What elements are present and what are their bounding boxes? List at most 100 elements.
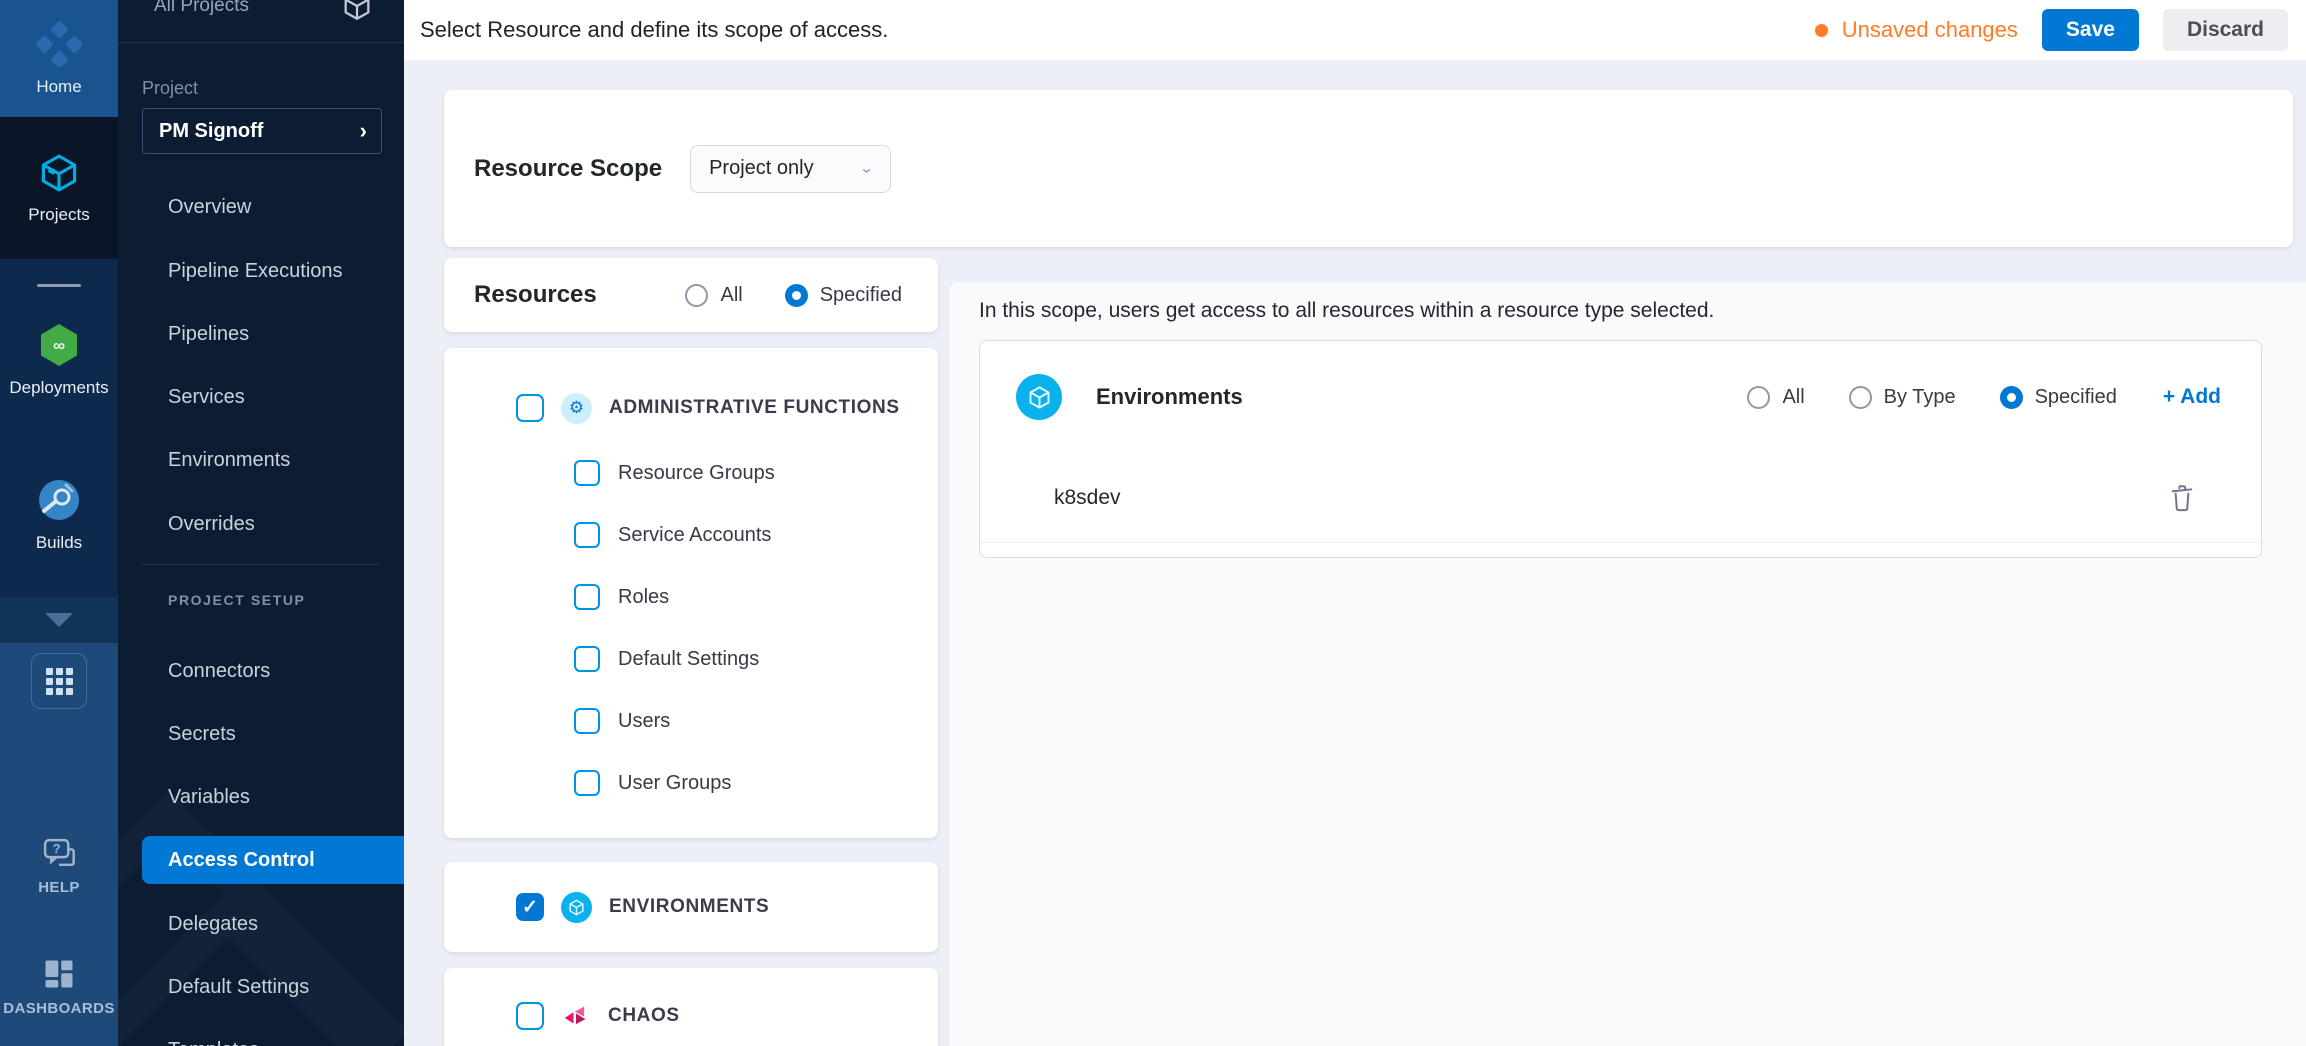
- admin-functions-row: ⚙ ADMINISTRATIVE FUNCTIONS: [444, 382, 938, 434]
- sidebar-item-access-control[interactable]: Access Control: [142, 836, 404, 884]
- chaos-label: CHAOS: [608, 1005, 680, 1027]
- delete-environment-button[interactable]: [2169, 484, 2195, 512]
- sidebar-item-overrides[interactable]: Overrides: [118, 500, 404, 548]
- grid-icon: [46, 668, 73, 695]
- resources-header: Resources All Specified: [444, 258, 938, 332]
- nav-home[interactable]: Home: [0, 0, 118, 117]
- nav-projects-label: Projects: [28, 205, 89, 225]
- rail-divider: [37, 284, 81, 287]
- unsaved-changes-indicator: Unsaved changes: [1815, 17, 2018, 43]
- environments-icon: [1016, 374, 1062, 420]
- radio-env-all-label: All: [1782, 386, 1804, 409]
- page-title: Select Resource and define its scope of …: [420, 17, 888, 43]
- module-picker-button[interactable]: [31, 653, 87, 709]
- admin-functions-children: Resource Groups Service Accounts Roles D…: [444, 442, 938, 814]
- radio-specified-label: Specified: [820, 284, 902, 307]
- chaos-checkbox[interactable]: [516, 1002, 544, 1030]
- user-groups-checkbox[interactable]: [574, 770, 600, 796]
- project-label: Project: [142, 78, 198, 99]
- radio-all-label: All: [720, 284, 742, 307]
- sidebar-divider: [118, 42, 404, 43]
- radio-env-all[interactable]: All: [1747, 386, 1804, 409]
- service-accounts-checkbox[interactable]: [574, 522, 600, 548]
- nav-help[interactable]: ? HELP: [0, 826, 118, 906]
- sidebar-scope-switcher[interactable]: All Projects: [118, 0, 404, 28]
- admin-functions-label: ADMINISTRATIVE FUNCTIONS: [609, 397, 900, 419]
- radio-all[interactable]: All: [685, 284, 742, 307]
- module-nav-rail: Home Projects ∞ Deployments: [0, 0, 118, 1046]
- roles-checkbox[interactable]: [574, 584, 600, 610]
- sidebar-item-secrets[interactable]: Secrets: [118, 710, 404, 758]
- environments-card-title: Environments: [1096, 384, 1243, 410]
- sidebar-item-overview[interactable]: Overview: [118, 183, 404, 231]
- svg-text:∞: ∞: [53, 336, 65, 355]
- sidebar-item-connectors[interactable]: Connectors: [118, 647, 404, 695]
- environments-card-header: Environments All By Type Specified: [980, 341, 2261, 453]
- nav-dashboards-label: DASHBOARDS: [3, 1000, 115, 1017]
- child-default-settings: Default Settings: [444, 628, 938, 690]
- nav-deployments-label: Deployments: [9, 378, 108, 398]
- dashboards-icon: [41, 956, 77, 992]
- radio-specified[interactable]: Specified: [785, 284, 902, 307]
- admin-functions-checkbox[interactable]: [516, 394, 544, 422]
- radio-circle-icon: [1747, 386, 1770, 409]
- sidebar-item-variables[interactable]: Variables: [118, 773, 404, 821]
- sidebar-item-default-settings[interactable]: Default Settings: [118, 963, 404, 1011]
- nav-dashboards[interactable]: DASHBOARDS: [0, 946, 118, 1026]
- nav-deployments[interactable]: ∞ Deployments: [0, 300, 118, 420]
- resource-groups-checkbox[interactable]: [574, 460, 600, 486]
- sidebar-item-delegates[interactable]: Delegates: [118, 900, 404, 948]
- sidebar-item-pipeline-executions[interactable]: Pipeline Executions: [118, 247, 404, 295]
- nav-projects[interactable]: Projects: [0, 117, 118, 259]
- sidebar-section-divider: [142, 564, 380, 565]
- sidebar-item-templates[interactable]: Templates: [118, 1026, 404, 1046]
- home-icon: [36, 21, 82, 67]
- builds-icon: [36, 477, 82, 523]
- radio-env-by-type[interactable]: By Type: [1849, 386, 1956, 409]
- chaos-row: CHAOS: [444, 968, 680, 1046]
- scope-detail-panel: In this scope, users get access to all r…: [950, 282, 2306, 1046]
- unsaved-dot-icon: [1815, 24, 1828, 37]
- resources-column: Resources All Specified ⚙: [444, 258, 938, 1046]
- environment-row-k8sdev: k8sdev: [980, 453, 2261, 543]
- rail-collapse-strip[interactable]: [0, 597, 118, 643]
- projects-cube-icon: [37, 151, 81, 195]
- users-checkbox[interactable]: [574, 708, 600, 734]
- environments-detail-card: Environments All By Type Specified: [979, 340, 2262, 558]
- resource-scope-select[interactable]: Project only ⌄: [690, 145, 891, 193]
- resources-title: Resources: [474, 281, 597, 309]
- add-environment-link[interactable]: + Add: [2163, 385, 2221, 409]
- sidebar-item-services[interactable]: Services: [118, 373, 404, 421]
- radio-env-specified[interactable]: Specified: [2000, 386, 2117, 409]
- resource-group-chaos: CHAOS: [444, 968, 938, 1046]
- cube-icon: [340, 0, 374, 23]
- help-chat-icon: ?: [40, 837, 78, 871]
- chevron-down-icon: ⌄: [859, 161, 874, 177]
- sidebar-item-pipelines[interactable]: Pipelines: [118, 310, 404, 358]
- discard-button[interactable]: Discard: [2163, 9, 2288, 51]
- chevron-down-icon: [45, 613, 73, 627]
- scope-note: In this scope, users get access to all r…: [979, 298, 2258, 324]
- rail-bottom-section: ? HELP DASHBOARDS: [0, 643, 118, 1046]
- save-button[interactable]: Save: [2042, 9, 2139, 51]
- resource-scope-card: Resource Scope Project only ⌄: [444, 90, 2293, 247]
- resource-groups-label: Resource Groups: [618, 462, 775, 485]
- admin-functions-icon: ⚙: [561, 393, 592, 424]
- child-user-groups: User Groups: [444, 752, 938, 814]
- project-selector[interactable]: PM Signoff ›: [142, 108, 382, 154]
- resource-group-administrative-functions: ⚙ ADMINISTRATIVE FUNCTIONS Resource Grou…: [444, 348, 938, 838]
- deployments-icon: ∞: [36, 322, 82, 368]
- sidebar-item-environments[interactable]: Environments: [118, 436, 404, 484]
- environments-radio-group: All By Type Specified: [1747, 386, 2116, 409]
- project-sidebar: All Projects Project PM Signoff › Overvi…: [118, 0, 404, 1046]
- radio-env-by-type-label: By Type: [1884, 386, 1956, 409]
- resource-scope-label: Resource Scope: [474, 155, 662, 183]
- nav-builds[interactable]: Builds: [0, 455, 118, 575]
- environments-label: ENVIRONMENTS: [609, 896, 769, 918]
- environments-checkbox[interactable]: ✓: [516, 893, 544, 921]
- service-accounts-label: Service Accounts: [618, 524, 771, 547]
- sidebar-section-project-setup: PROJECT SETUP: [168, 592, 306, 608]
- default-settings-checkbox[interactable]: [574, 646, 600, 672]
- main-content: Resource Scope Project only ⌄ Resources …: [404, 60, 2306, 1046]
- default-settings-label: Default Settings: [618, 648, 759, 671]
